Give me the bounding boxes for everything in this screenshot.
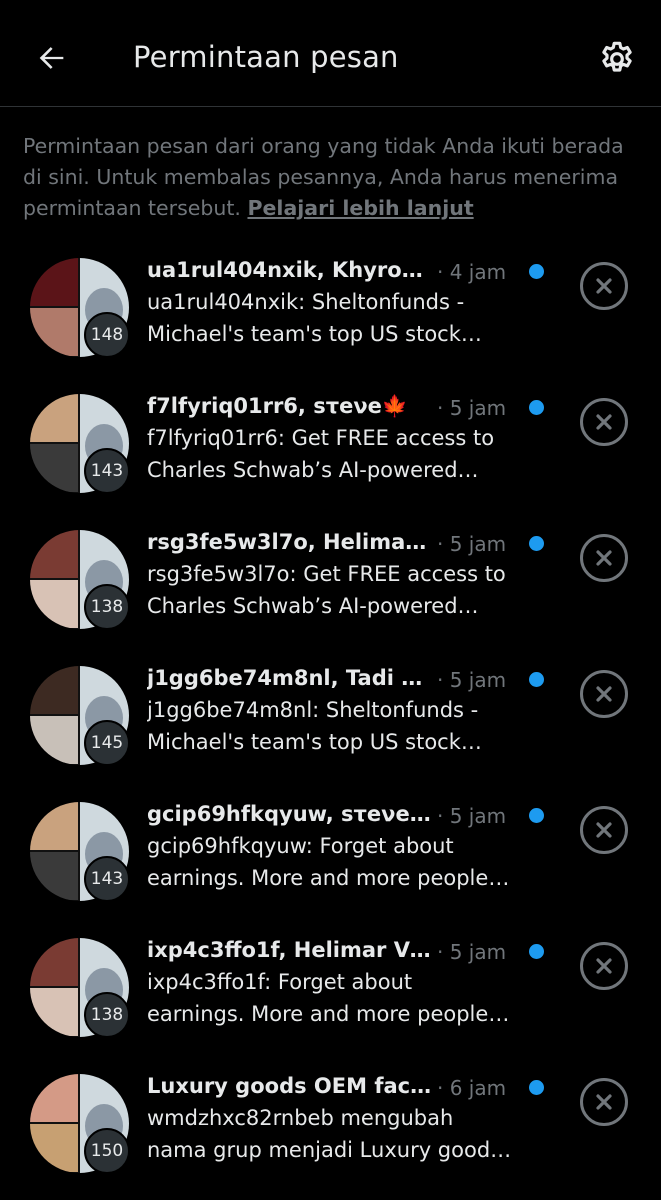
dismiss-button[interactable]	[580, 1078, 628, 1126]
dismiss-button[interactable]	[580, 534, 628, 582]
gear-icon	[602, 41, 632, 72]
member-avatar	[30, 716, 78, 764]
message-preview: rsg3fe5w3l7o: Get FREE access to Charles…	[147, 562, 506, 618]
close-icon	[596, 822, 612, 838]
timestamp: · 5 jam	[437, 668, 507, 692]
unread-indicator	[529, 672, 544, 687]
member-count-badge: 138	[84, 992, 130, 1038]
timestamp: · 5 jam	[437, 396, 507, 420]
info-text: Permintaan pesan dari orang yang tidak A…	[23, 131, 638, 224]
dismiss-button[interactable]	[580, 398, 628, 446]
page-title: Permintaan pesan	[133, 40, 399, 74]
member-count-badge: 138	[84, 584, 130, 630]
member-count-badge: 145	[84, 720, 130, 766]
dismiss-button[interactable]	[580, 806, 628, 854]
message-request-item[interactable]: 145 j1gg6be74m8nl, Tadi Adams · 5 jam j1…	[0, 640, 661, 776]
member-avatar	[30, 308, 78, 356]
back-button[interactable]	[28, 36, 76, 80]
timestamp: · 5 jam	[437, 940, 507, 964]
member-count-badge: 150	[84, 1128, 130, 1174]
message-preview: ixp4c3ffo1f: Forget about earnings. More…	[147, 970, 489, 1026]
member-avatar	[30, 666, 78, 714]
unread-indicator	[529, 536, 544, 551]
timestamp: · 5 jam	[437, 804, 507, 828]
member-count-badge: 148	[84, 312, 130, 358]
message-request-item[interactable]: 138 ixp4c3ffo1f, Helimar Villa · 5 jam i…	[0, 912, 661, 1048]
unread-indicator	[529, 1080, 544, 1095]
learn-more-link[interactable]: Pelajari lebih lanjut	[247, 196, 473, 220]
close-icon	[596, 1094, 612, 1110]
message-preview: gcip69hfkqyuw: Forget about earnings. Mo…	[147, 834, 489, 890]
member-count-badge: 143	[84, 448, 130, 494]
member-count-badge: 143	[84, 856, 130, 902]
top-app-bar: Permintaan pesan	[0, 0, 661, 107]
message-preview: f7lfyriq01rr6: Get FREE access to Charle…	[147, 426, 495, 482]
member-avatar	[30, 394, 78, 442]
conversation-name: f7lfyriq01rr6, sτeνe🍁	[147, 394, 409, 418]
dismiss-button[interactable]	[580, 670, 628, 718]
member-avatar	[30, 938, 78, 986]
conversation-name: rsg3fe5w3l7o, Helimar Villa	[147, 530, 432, 554]
message-request-item[interactable]: 143 f7lfyriq01rr6, sτeνe🍁 · 5 jam f7lfyr…	[0, 368, 661, 504]
member-avatar	[30, 580, 78, 628]
timestamp: · 4 jam	[437, 260, 507, 284]
timestamp: · 5 jam	[437, 532, 507, 556]
message-preview: ua1rul404nxik: Sheltonfunds - Michael's …	[147, 290, 465, 346]
close-icon	[596, 414, 612, 430]
dismiss-button[interactable]	[580, 942, 628, 990]
member-avatar	[30, 802, 78, 850]
conversation-name: gcip69hfkqyuw, sτeνe🍁	[147, 802, 432, 826]
message-preview: j1gg6be74m8nl: Sheltonfunds - Michael's …	[147, 698, 479, 754]
dismiss-button[interactable]	[580, 262, 628, 310]
member-avatar	[30, 988, 78, 1036]
message-request-item[interactable]: 148 ua1rul404nxik, Khyron Elric · 4 jam …	[0, 232, 661, 368]
member-avatar	[30, 530, 78, 578]
timestamp: · 6 jam	[437, 1076, 507, 1100]
arrow-left-icon	[39, 47, 64, 69]
unread-indicator	[529, 808, 544, 823]
member-avatar	[30, 444, 78, 492]
conversation-name: j1gg6be74m8nl, Tadi Adams	[147, 666, 432, 690]
message-request-item[interactable]: 138 rsg3fe5w3l7o, Helimar Villa · 5 jam …	[0, 504, 661, 640]
close-icon	[596, 278, 612, 294]
message-request-item[interactable]: 150 Luxury goods OEM factory · 6 jam wmd…	[0, 1048, 661, 1184]
close-icon	[596, 550, 612, 566]
member-avatar	[30, 1074, 78, 1122]
close-icon	[596, 686, 612, 702]
unread-indicator	[529, 400, 544, 415]
member-avatar	[30, 852, 78, 900]
settings-button[interactable]	[594, 36, 640, 82]
conversation-name: ua1rul404nxik, Khyron Elric	[147, 258, 432, 282]
conversation-name: Luxury goods OEM factory	[147, 1074, 432, 1098]
conversation-name: ixp4c3ffo1f, Helimar Villa	[147, 938, 432, 962]
message-request-item[interactable]: 143 gcip69hfkqyuw, sτeνe🍁 · 5 jam gcip69…	[0, 776, 661, 912]
unread-indicator	[529, 944, 544, 959]
member-avatar	[30, 258, 78, 306]
message-preview: wmdzhxc82rnbeb mengubah nama grup menjad…	[147, 1106, 502, 1162]
close-icon	[596, 958, 612, 974]
member-avatar	[30, 1124, 78, 1172]
unread-indicator	[529, 264, 544, 279]
